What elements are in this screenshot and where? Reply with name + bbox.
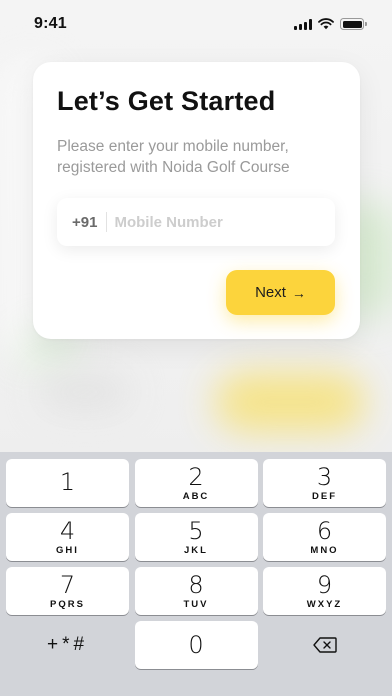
- key-3[interactable]: 3 DEF: [263, 459, 386, 507]
- battery-icon: [340, 18, 367, 30]
- key-2[interactable]: 2 ABC: [134, 459, 258, 507]
- numeric-keypad: 1 2 ABC 3 DEF 4 GHI 5 JKL 6 MNO 7 PQRS 8…: [0, 452, 392, 696]
- status-icons: [294, 18, 367, 30]
- key-6[interactable]: 6 MNO: [263, 513, 386, 561]
- key-5[interactable]: 5 JKL: [134, 513, 258, 561]
- delete-key[interactable]: [263, 621, 386, 669]
- key-letters: MNO: [310, 544, 339, 556]
- mobile-number-field[interactable]: +91: [57, 198, 335, 246]
- cellular-signal-icon: [294, 18, 312, 30]
- backspace-icon: [312, 637, 337, 653]
- key-letters: TUV: [183, 598, 209, 610]
- status-bar: 9:41: [0, 0, 392, 48]
- key-digit: 4: [59, 516, 76, 545]
- key-symbols[interactable]: +*#: [6, 621, 129, 669]
- next-button-label: Next: [255, 284, 286, 301]
- key-0[interactable]: 0: [134, 621, 258, 669]
- key-1[interactable]: 1: [6, 459, 129, 507]
- key-digit: 1: [59, 468, 76, 496]
- field-divider: [106, 212, 108, 232]
- symbols-label: +*#: [46, 634, 89, 655]
- country-code[interactable]: +91: [72, 214, 97, 231]
- key-letters: WXYZ: [306, 598, 343, 610]
- wifi-icon: [318, 18, 334, 30]
- key-7[interactable]: 7 PQRS: [6, 567, 129, 615]
- key-letters: PQRS: [50, 598, 85, 610]
- key-digit: 9: [316, 570, 333, 599]
- background-blur: [215, 372, 365, 432]
- key-9[interactable]: 9 WXYZ: [263, 567, 386, 615]
- key-digit: 2: [188, 462, 204, 491]
- key-letters: ABC: [182, 490, 210, 502]
- subtitle-text: Please enter your mobile number, registe…: [57, 138, 290, 176]
- mobile-number-input[interactable]: [114, 213, 305, 231]
- arrow-right-icon: →: [291, 284, 306, 301]
- status-time: 9:41: [34, 15, 67, 32]
- next-button[interactable]: Next →: [226, 270, 335, 315]
- key-letters: DEF: [312, 490, 337, 502]
- key-digit: 5: [188, 516, 204, 545]
- key-digit: 7: [59, 570, 76, 599]
- key-8[interactable]: 8 TUV: [134, 567, 258, 615]
- key-digit: 0: [188, 631, 204, 659]
- key-digit: 6: [316, 516, 333, 545]
- key-4[interactable]: 4 GHI: [6, 513, 129, 561]
- login-card: Let’s Get Started Please enter your mobi…: [33, 62, 360, 339]
- page-title: Let’s Get Started: [57, 86, 276, 116]
- background-blur: [40, 372, 130, 412]
- key-letters: JKL: [184, 544, 208, 556]
- key-digit: 3: [316, 462, 333, 491]
- key-digit: 8: [188, 570, 204, 599]
- key-letters: GHI: [56, 544, 79, 556]
